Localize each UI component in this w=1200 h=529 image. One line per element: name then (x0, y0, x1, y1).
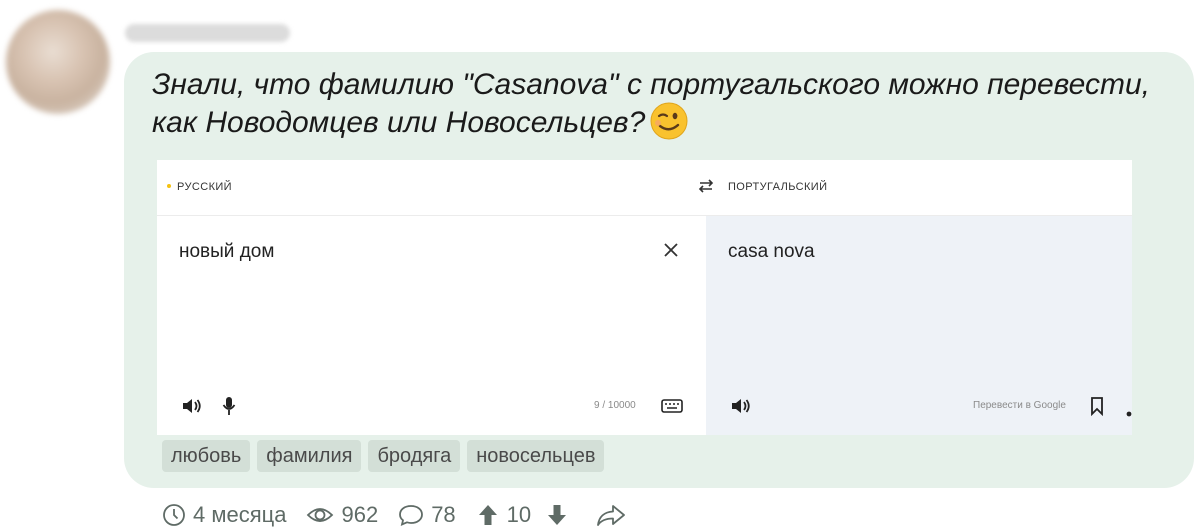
winking-face-icon (649, 101, 689, 141)
source-language[interactable]: РУССКИЙ (167, 181, 232, 193)
speaker-icon[interactable] (730, 396, 752, 421)
tag-list: любовь фамилия бродяга новосельцев (162, 440, 605, 472)
bookmark-icon[interactable] (1090, 396, 1104, 421)
author-name-blurred[interactable] (125, 24, 290, 42)
post-text: Знали, что фамилию "Casanova" с португал… (152, 66, 1182, 144)
clock-icon (163, 504, 185, 526)
tag[interactable]: любовь (162, 440, 251, 472)
comment-icon (399, 505, 424, 527)
comments-count-text: 78 (431, 502, 456, 527)
tag[interactable]: новосельцев (467, 440, 605, 472)
more-icon[interactable] (1126, 404, 1132, 422)
target-language[interactable]: ПОРТУГАЛЬСКИЙ (728, 181, 827, 193)
share-icon (597, 505, 626, 526)
rating-value: 10 (506, 502, 532, 527)
translator-screenshot: РУССКИЙ ПОРТУГАЛЬСКИЙ новый дом casa nov… (157, 160, 1132, 435)
post-age-text: 4 месяца (193, 502, 287, 527)
translation-text: casa nova (728, 241, 815, 262)
clear-icon[interactable] (661, 240, 681, 265)
views-count: 962 (306, 502, 378, 528)
character-counter: 9 / 10000 (594, 400, 636, 411)
swap-languages-icon[interactable] (697, 177, 715, 200)
keyboard-icon[interactable] (661, 399, 683, 418)
upvote-button[interactable]: 10 (476, 502, 531, 528)
views-count-text: 962 (341, 502, 379, 527)
eye-icon (307, 508, 334, 522)
avatar[interactable] (6, 10, 110, 114)
comments-count[interactable]: 78 (398, 502, 456, 528)
downvote-button[interactable] (545, 503, 576, 527)
arrow-up-icon (478, 505, 497, 525)
arrow-down-icon (548, 505, 567, 525)
source-text[interactable]: новый дом (179, 241, 274, 263)
tag[interactable]: бродяга (368, 440, 461, 472)
microphone-icon[interactable] (221, 395, 237, 422)
translator-header: РУССКИЙ ПОРТУГАЛЬСКИЙ (157, 160, 1132, 216)
share-button[interactable] (596, 503, 633, 527)
translate-in-google-link[interactable]: Перевести в Google (973, 400, 1066, 411)
post-stats: 4 месяца 962 78 10 (162, 502, 653, 528)
post-text-line-1: Знали, что фамилию "Casanova" с португал… (152, 68, 1151, 101)
speaker-icon[interactable] (181, 396, 203, 421)
post-text-line-2: как Новодомцев или Новосельцев? (152, 106, 646, 139)
post-age: 4 месяца (162, 502, 286, 528)
tag[interactable]: фамилия (257, 440, 362, 472)
